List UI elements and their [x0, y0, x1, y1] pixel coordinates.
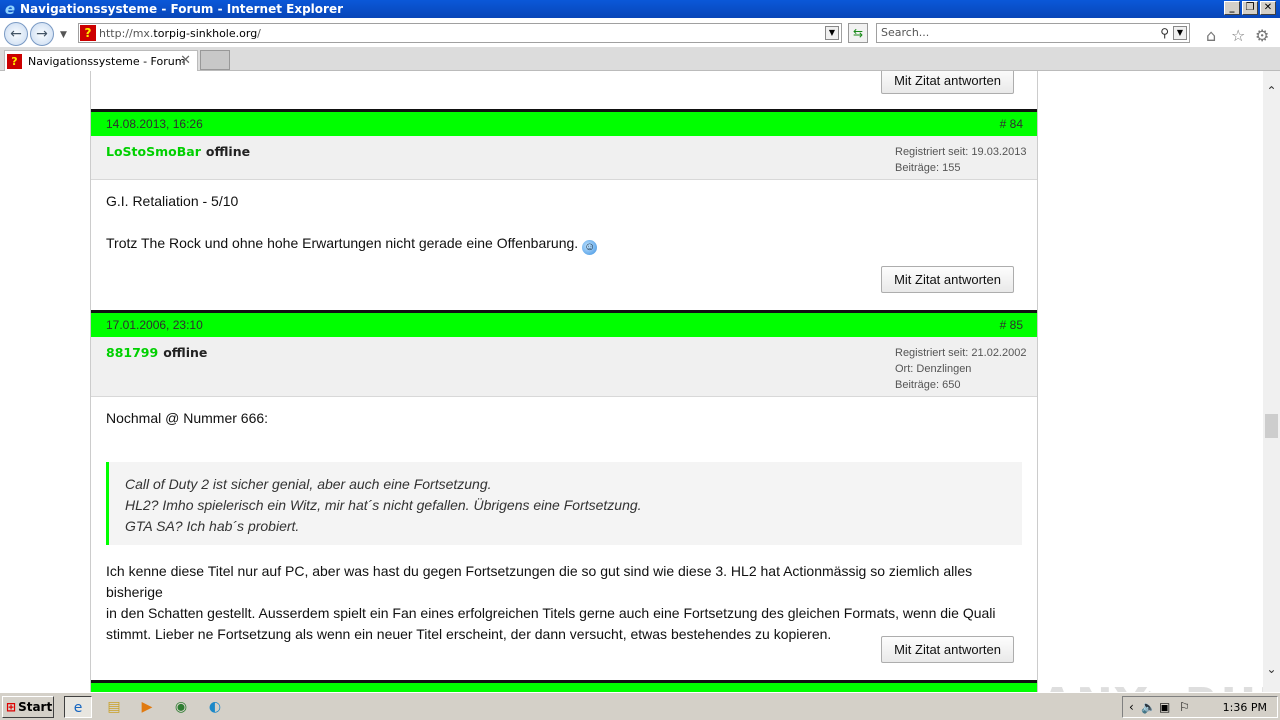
user-status: offline: [163, 345, 208, 360]
post-user-bar: LoStoSmoBar offline Registriert seit: 19.…: [91, 136, 1037, 180]
back-button[interactable]: ←: [4, 22, 28, 46]
tab-close-icon[interactable]: ✕: [180, 53, 191, 68]
forward-arrow-icon: →: [36, 26, 48, 42]
navigation-bar: ← → ▼ ? http://mx.torpig-sinkhole.org/ ▼…: [0, 18, 1280, 48]
user-info: Registriert seit: 21.02.2002 Ort: Denzli…: [895, 345, 1026, 393]
taskbar-edge-icon[interactable]: ◐: [201, 696, 229, 718]
scroll-down-icon[interactable]: ⌄: [1263, 661, 1280, 678]
compatibility-refresh-button[interactable]: ⇆: [848, 23, 868, 43]
search-dropdown-icon[interactable]: ▼: [1173, 26, 1187, 40]
page-content: Mit Zitat antworten 14.08.2013, 16:26 # …: [0, 71, 1263, 692]
reply-with-quote-button[interactable]: Mit Zitat antworten: [881, 636, 1014, 663]
tab-favicon-icon: ?: [7, 53, 22, 69]
scroll-thumb[interactable]: [1265, 414, 1278, 438]
reply-with-quote-button[interactable]: Mit Zitat antworten: [881, 71, 1014, 94]
tab-bar: ? Navigationssysteme - Forum ✕: [0, 48, 1280, 71]
post-quote: Call of Duty 2 ist sicher genial, aber a…: [106, 462, 1022, 545]
favorites-star-icon[interactable]: ☆: [1231, 26, 1245, 45]
taskbar-chrome-icon[interactable]: ◉: [167, 696, 195, 718]
user-post-count: Beiträge: 650: [895, 379, 961, 391]
user-post-count: Beiträge: 155: [895, 162, 961, 174]
minimize-button[interactable]: _: [1224, 1, 1240, 15]
search-placeholder: Search...: [881, 26, 930, 39]
forward-button[interactable]: →: [30, 22, 54, 46]
quote-line: Call of Duty 2 ist sicher genial, aber a…: [125, 476, 492, 492]
post-body: Ich kenne diese Titel nur auf PC, aber w…: [106, 561, 1026, 645]
vertical-scrollbar[interactable]: ⌃ ⌄: [1263, 71, 1280, 692]
history-dropdown-icon[interactable]: ▼: [60, 30, 67, 40]
post-date: 14.08.2013, 16:26: [106, 117, 203, 131]
search-icon[interactable]: ⚲: [1160, 24, 1169, 42]
window-controls: _ ❐ ✕: [1224, 1, 1276, 15]
window-title-bar: e Navigationssysteme - Forum - Internet …: [0, 0, 1280, 18]
start-button[interactable]: ⊞ Start: [2, 696, 54, 718]
address-dropdown-icon[interactable]: ▼: [825, 26, 839, 40]
tray-expand-icon[interactable]: ‹: [1129, 700, 1134, 714]
post-text: Trotz The Rock und ohne hohe Erwartungen…: [106, 235, 598, 255]
new-tab-button[interactable]: [200, 50, 230, 70]
system-tray: ‹ 🔈 ▣ ⚐ 1:36 PM: [1122, 696, 1278, 718]
taskbar-folder-icon[interactable]: ▤: [100, 696, 128, 718]
back-arrow-icon: ←: [10, 26, 22, 42]
tab-title: Navigationssysteme - Forum: [28, 54, 186, 68]
post-date: 17.01.2006, 23:10: [106, 318, 203, 332]
taskbar: ⊞ Start e ▤ ▶ ◉ ◐ ‹ 🔈 ▣ ⚐ 1:36 PM: [0, 692, 1280, 720]
smiley-icon: ☺: [582, 240, 598, 255]
search-input[interactable]: Search... ⚲ ▼: [876, 23, 1190, 43]
close-button[interactable]: ✕: [1260, 1, 1276, 15]
network-icon[interactable]: ▣: [1159, 700, 1170, 714]
refresh-icon: ⇆: [852, 26, 864, 40]
user-info: Registriert seit: 19.03.2013 Beiträge: 1…: [895, 144, 1026, 176]
user-registered: Registriert seit: 21.02.2002: [895, 347, 1027, 359]
windows-logo-icon: ⊞: [6, 700, 17, 714]
post-text: G.I. Retaliation - 5/10: [106, 193, 239, 209]
post-header: 14.08.2013, 16:26 # 84: [91, 109, 1037, 136]
post-author[interactable]: LoStoSmoBar offline: [106, 144, 250, 159]
quote-line: GTA SA? Ich hab´s probiert.: [125, 518, 300, 534]
post-number-link[interactable]: # 84: [1000, 117, 1023, 131]
post-header: [91, 680, 1037, 692]
scroll-up-icon[interactable]: ⌃: [1263, 83, 1280, 100]
gear-icon[interactable]: ⚙: [1255, 26, 1269, 45]
post-number-link[interactable]: # 85: [1000, 318, 1023, 332]
post-text: Nochmal @ Nummer 666:: [106, 410, 269, 426]
user-location: Ort: Denzlingen: [895, 363, 972, 375]
ie-logo-icon: e: [4, 0, 16, 18]
site-favicon-icon: ?: [80, 25, 96, 41]
address-url[interactable]: http://mx.torpig-sinkhole.org/: [99, 27, 261, 40]
body-line: Ich kenne diese Titel nur auf PC, aber w…: [106, 563, 973, 600]
quote-line: HL2? Imho spielerisch ein Witz, mir hat´…: [125, 497, 642, 513]
taskbar-media-player-icon[interactable]: ▶: [133, 696, 161, 718]
reply-with-quote-button[interactable]: Mit Zitat antworten: [881, 266, 1014, 293]
volume-icon[interactable]: 🔈: [1141, 700, 1156, 714]
clock[interactable]: 1:36 PM: [1223, 701, 1267, 714]
taskbar-internet-explorer-icon[interactable]: e: [64, 696, 92, 718]
window-title: Navigationssysteme - Forum - Internet Ex…: [20, 2, 344, 16]
post-header: 17.01.2006, 23:10 # 85: [91, 310, 1037, 337]
tab-navigationssysteme[interactable]: ? Navigationssysteme - Forum ✕: [4, 50, 198, 71]
address-bar[interactable]: ? http://mx.torpig-sinkhole.org/ ▼: [78, 23, 842, 43]
post-user-bar: 881799 offline Registriert seit: 21.02.20…: [91, 337, 1037, 397]
anyrun-watermark: ANY▷RUN: [1040, 679, 1263, 692]
body-line: in den Schatten gestellt. Ausserdem spie…: [106, 605, 996, 621]
user-status: offline: [205, 144, 251, 159]
action-center-flag-icon[interactable]: ⚐: [1179, 700, 1190, 714]
post-author[interactable]: 881799 offline: [106, 345, 207, 360]
user-registered: Registriert seit: 19.03.2013: [895, 146, 1027, 158]
forum-thread: Mit Zitat antworten 14.08.2013, 16:26 # …: [90, 71, 1038, 692]
home-icon[interactable]: ⌂: [1206, 26, 1216, 45]
restore-button[interactable]: ❐: [1242, 1, 1258, 15]
